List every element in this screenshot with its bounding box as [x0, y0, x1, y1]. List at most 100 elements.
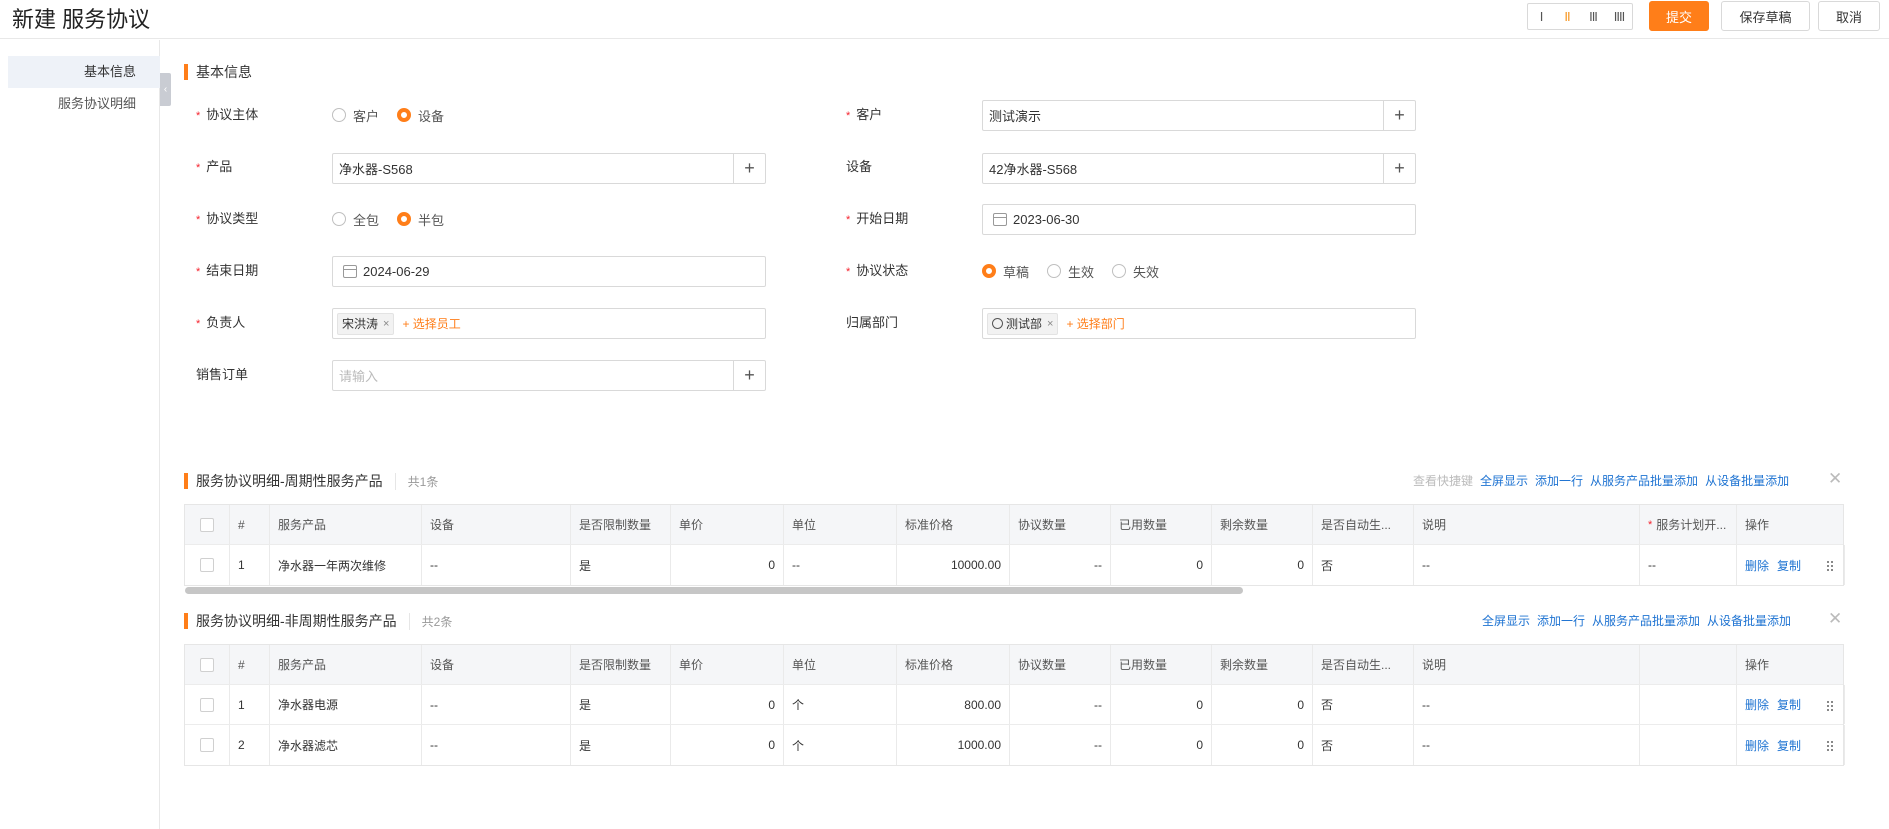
close-icon[interactable]: ×: [383, 318, 389, 330]
select-all-checkbox-cell[interactable]: [185, 505, 230, 544]
close-icon[interactable]: ✕: [1828, 469, 1842, 489]
device-add-icon[interactable]: +: [1383, 154, 1415, 183]
section-title: 服务协议明细-周期性服务产品: [196, 473, 383, 489]
sidebar-collapse-handle[interactable]: ‹: [160, 73, 171, 106]
cell-desc: --: [1414, 545, 1640, 585]
department-tag: 测试部 ×: [987, 312, 1059, 335]
customer-add-icon[interactable]: +: [1383, 101, 1415, 130]
fullscreen-link[interactable]: 全屏显示: [1480, 472, 1528, 489]
batch-add-from-products-link[interactable]: 从服务产品批量添加: [1590, 472, 1698, 489]
cell-desc: --: [1414, 725, 1640, 765]
column-header: 单位: [784, 505, 897, 544]
sales-order-field[interactable]: 请输入 +: [332, 360, 766, 391]
column-header: 剩余数量: [1212, 505, 1313, 544]
cell-std-price: 800.00: [897, 685, 1010, 724]
table-header-row: # 服务产品 设备 是否限制数量 单价 单位 标准价格 协议数量 已用数量 剩余…: [185, 645, 1843, 685]
column-header: 协议数量: [1010, 505, 1111, 544]
column-header: 服务产品: [270, 505, 422, 544]
delete-link[interactable]: 删除: [1745, 737, 1769, 754]
cell-used: 0: [1111, 725, 1212, 765]
copy-link[interactable]: 复制: [1777, 737, 1801, 754]
sales-order-label: 销售订单: [196, 367, 249, 382]
radio-status-active[interactable]: 生效: [1047, 262, 1094, 281]
drag-handle-icon[interactable]: [1827, 698, 1835, 712]
cell-std-price: 10000.00: [897, 545, 1010, 585]
department-field[interactable]: 测试部 × + 选择部门: [982, 308, 1416, 339]
add-row-link[interactable]: 添加一行: [1537, 612, 1585, 629]
delete-link[interactable]: 删除: [1745, 696, 1769, 713]
customer-label: * 客户: [846, 107, 883, 122]
row-checkbox-cell[interactable]: [185, 725, 230, 765]
non-periodic-toolbar: 全屏显示 添加一行 从服务产品批量添加 从设备批量添加: [1475, 612, 1791, 629]
copy-link[interactable]: 复制: [1777, 557, 1801, 574]
row-number: 2: [230, 725, 270, 765]
select-employee-link[interactable]: + 选择员工: [402, 315, 460, 332]
product-add-icon[interactable]: +: [733, 154, 765, 183]
radio-status-draft[interactable]: 草稿: [982, 262, 1029, 281]
cell-used: 0: [1111, 685, 1212, 724]
radio-customer[interactable]: 客户: [332, 106, 379, 125]
select-department-link[interactable]: + 选择部门: [1066, 315, 1124, 332]
layout-2-col-button[interactable]: II: [1554, 4, 1580, 29]
select-all-checkbox[interactable]: [200, 517, 214, 532]
column-header: #: [230, 505, 270, 544]
select-all-checkbox-cell[interactable]: [185, 645, 230, 684]
batch-add-from-devices-link[interactable]: 从设备批量添加: [1707, 612, 1791, 629]
layout-3-col-button[interactable]: III: [1580, 4, 1606, 29]
sales-order-add-icon[interactable]: +: [733, 361, 765, 390]
row-checkbox[interactable]: [200, 697, 214, 712]
radio-full-package[interactable]: 全包: [332, 210, 379, 229]
column-header: 操作: [1745, 658, 1770, 672]
section-accent-bar: [184, 64, 188, 80]
product-field[interactable]: 净水器-S568 +: [332, 153, 766, 184]
drag-handle-icon[interactable]: [1827, 738, 1835, 752]
agreement-type-radios: 全包 半包: [332, 209, 462, 229]
submit-button[interactable]: 提交: [1649, 1, 1709, 31]
batch-add-from-products-link[interactable]: 从服务产品批量添加: [1592, 612, 1700, 629]
device-label: 设备: [846, 159, 873, 174]
row-checkbox[interactable]: [200, 558, 214, 572]
product-label: * 产品: [196, 159, 233, 174]
sidebar-item-basic-info[interactable]: 基本信息: [8, 56, 160, 88]
cancel-button[interactable]: 取消: [1818, 1, 1880, 31]
layout-4-col-button[interactable]: IIII: [1606, 4, 1632, 29]
close-icon[interactable]: ✕: [1828, 609, 1842, 629]
customer-field[interactable]: 测试演示 +: [982, 100, 1416, 131]
add-row-link[interactable]: 添加一行: [1535, 472, 1583, 489]
department-icon: [992, 318, 1003, 329]
batch-add-from-devices-link[interactable]: 从设备批量添加: [1705, 472, 1789, 489]
owner-field[interactable]: 宋洪涛 × + 选择员工: [332, 308, 766, 339]
column-header: [1640, 645, 1737, 684]
drag-handle-icon[interactable]: [1827, 558, 1835, 572]
radio-device[interactable]: 设备: [397, 106, 444, 125]
sidebar-item-agreement-details[interactable]: 服务协议明细: [8, 88, 160, 120]
radio-status-invalid[interactable]: 失效: [1112, 262, 1159, 281]
section-accent-bar: [184, 473, 188, 489]
cell-product: 净水器电源: [270, 685, 422, 724]
view-shortcuts-link[interactable]: 查看快捷键: [1413, 472, 1473, 489]
horizontal-scrollbar[interactable]: [185, 587, 1243, 594]
product-value: 净水器-S568: [339, 162, 413, 177]
row-checkbox-cell[interactable]: [185, 685, 230, 724]
fullscreen-link[interactable]: 全屏显示: [1482, 612, 1530, 629]
radio-half-package[interactable]: 半包: [397, 210, 444, 229]
periodic-toolbar: 查看快捷键 全屏显示 添加一行 从服务产品批量添加 从设备批量添加: [1406, 472, 1789, 489]
delete-link[interactable]: 删除: [1745, 557, 1769, 574]
column-header: 设备: [422, 505, 571, 544]
end-date-field[interactable]: 2024-06-29: [332, 256, 766, 287]
close-icon[interactable]: ×: [1047, 318, 1053, 330]
row-checkbox-cell[interactable]: [185, 545, 230, 585]
copy-link[interactable]: 复制: [1777, 696, 1801, 713]
device-field[interactable]: 42净水器-S568 +: [982, 153, 1416, 184]
non-periodic-table: # 服务产品 设备 是否限制数量 单价 单位 标准价格 协议数量 已用数量 剩余…: [184, 644, 1845, 766]
row-checkbox[interactable]: [200, 738, 214, 752]
column-header: 操作: [1745, 518, 1770, 532]
column-header: 说明: [1414, 505, 1640, 544]
column-header: 单价: [671, 505, 784, 544]
select-all-checkbox[interactable]: [200, 657, 214, 672]
start-date-field[interactable]: 2023-06-30: [982, 204, 1416, 235]
sidebar: 基本信息 服务协议明细: [0, 40, 160, 829]
agreement-status-label: * 协议状态: [846, 263, 909, 278]
layout-1-col-button[interactable]: I: [1528, 4, 1554, 29]
save-draft-button[interactable]: 保存草稿: [1721, 1, 1810, 31]
